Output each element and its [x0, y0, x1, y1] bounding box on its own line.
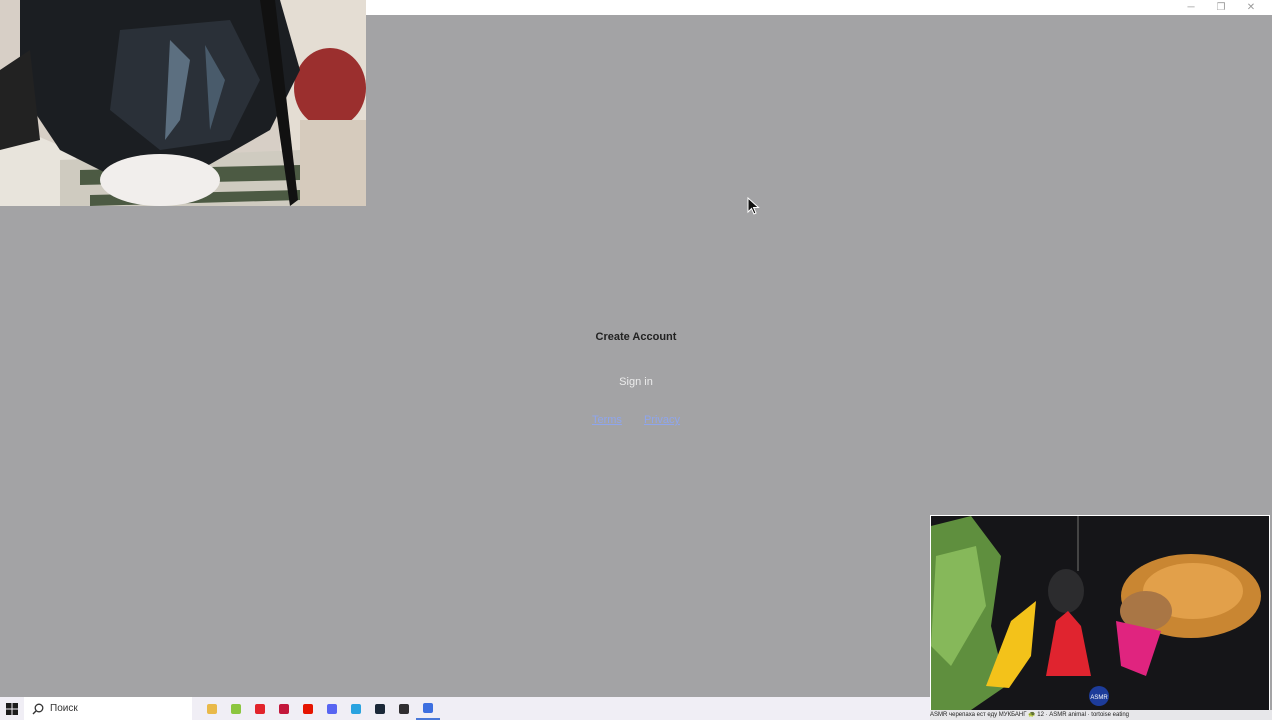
telegram-icon: [351, 703, 361, 714]
taskbar-app-icons: [200, 697, 440, 720]
taskbar-app-button[interactable]: [368, 697, 392, 720]
sign-in-button[interactable]: Sign in: [536, 376, 736, 388]
webcam-overlay: [0, 0, 366, 206]
webcam-image: [0, 0, 366, 206]
active-app-icon: [423, 702, 433, 713]
taskbar-app-button[interactable]: [296, 697, 320, 720]
app-green-icon: [231, 703, 241, 714]
video-caption: ASMR черепаха ест еду МУКБАНГ 🐢 12 · ASM…: [930, 710, 1272, 720]
taskbar-app-button[interactable]: [200, 697, 224, 720]
taskbar-app-button[interactable]: [248, 697, 272, 720]
search-placeholder: Поиск: [50, 703, 78, 714]
opera-icon: [255, 703, 265, 714]
mouse-cursor-icon: [747, 196, 761, 220]
window-controls: ─ ❐ ✕: [1176, 0, 1266, 15]
create-account-button[interactable]: Create Account: [536, 331, 736, 343]
taskbar-app-button[interactable]: [272, 697, 296, 720]
minimize-button[interactable]: ─: [1176, 0, 1206, 15]
close-button[interactable]: ✕: [1236, 0, 1266, 15]
start-button[interactable]: [0, 697, 24, 720]
yandex-icon: [303, 703, 313, 714]
steam-icon: [375, 703, 385, 714]
terms-link[interactable]: Terms: [592, 414, 622, 426]
taskbar: Поиск: [0, 697, 930, 720]
legal-links: Terms Privacy: [536, 414, 736, 426]
app-red-icon: [279, 703, 289, 714]
privacy-link[interactable]: Privacy: [644, 414, 680, 426]
file-explorer-icon: [207, 703, 217, 714]
taskbar-app-button[interactable]: [344, 697, 368, 720]
obs-icon: [399, 703, 409, 714]
taskbar-app-button[interactable]: [320, 697, 344, 720]
taskbar-app-button[interactable]: [416, 697, 440, 720]
restore-button[interactable]: ❐: [1206, 0, 1236, 15]
taskbar-app-button[interactable]: [392, 697, 416, 720]
taskbar-app-button[interactable]: [224, 697, 248, 720]
taskbar-search-box[interactable]: Поиск: [24, 697, 192, 720]
video-overlay[interactable]: ASMR: [930, 515, 1270, 711]
tortoise-video-frame: ASMR: [931, 516, 1269, 710]
search-icon: [32, 703, 44, 714]
discord-icon: [327, 703, 337, 714]
windows-icon: [6, 702, 18, 715]
svg-text:ASMR: ASMR: [1090, 695, 1108, 701]
